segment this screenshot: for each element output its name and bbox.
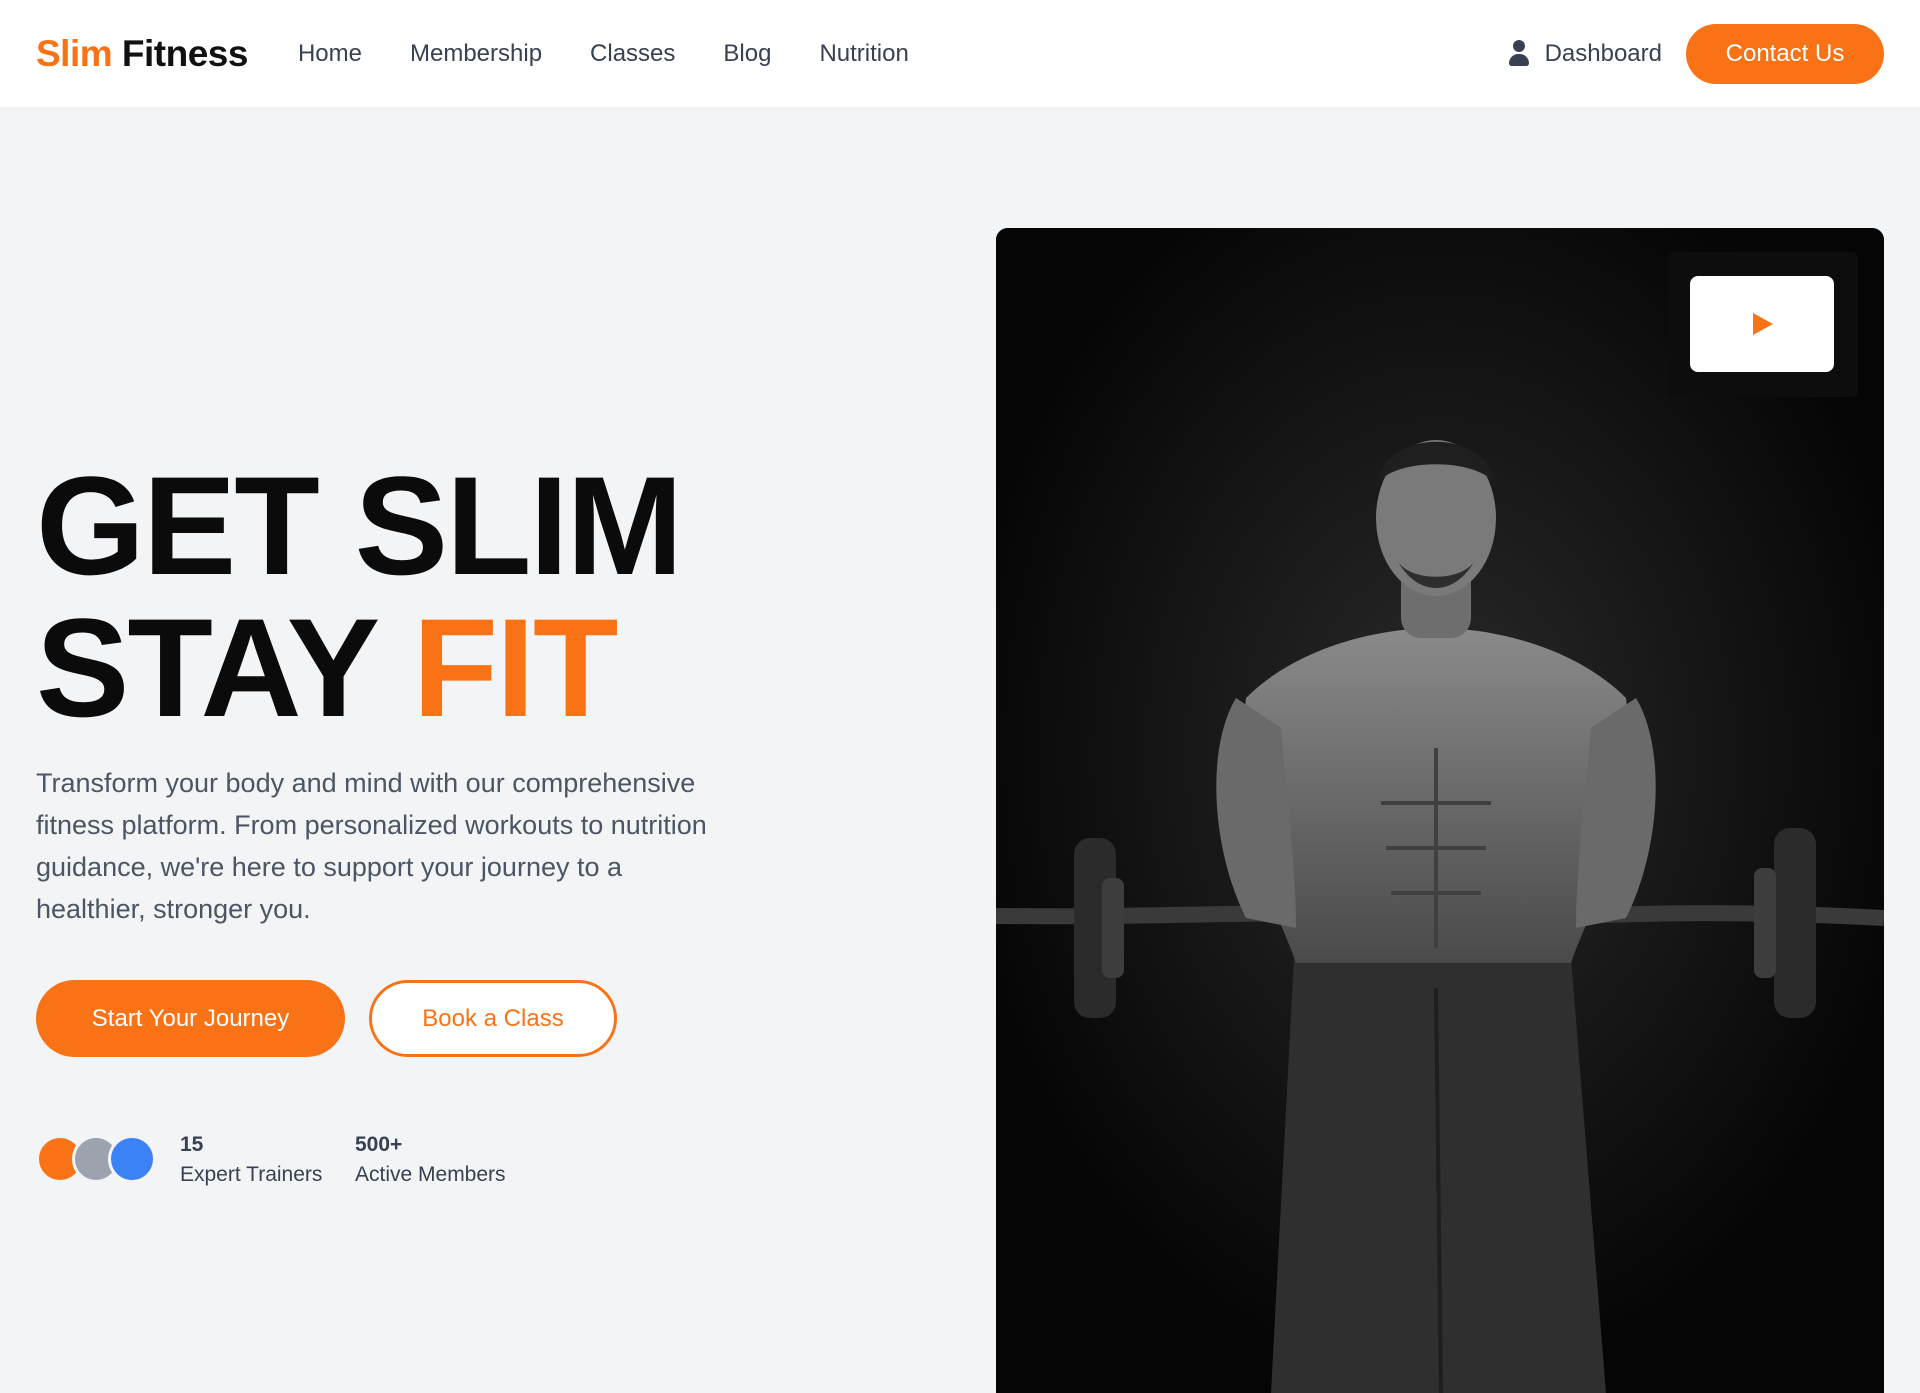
stat-trainers: 15 Expert Trainers [180, 1130, 322, 1190]
stat-label: Active Members [355, 1163, 506, 1186]
brand-name-first: Slim [36, 32, 113, 74]
start-journey-button[interactable]: Start Your Journey [36, 980, 345, 1057]
video-preview [1668, 252, 1858, 397]
dashboard-label: Dashboard [1544, 39, 1662, 67]
brand-logo[interactable]: Slim Fitness [36, 33, 248, 75]
nav-blog[interactable]: Blog [723, 40, 771, 68]
athlete-photo [996, 228, 1884, 1393]
user-icon [1507, 39, 1531, 68]
headline-line-2: STAY [36, 589, 378, 746]
dashboard-link[interactable]: Dashboard [1507, 39, 1662, 68]
stat-value: 15 [180, 1133, 204, 1156]
hero-image [996, 228, 1884, 1393]
play-icon [1753, 313, 1773, 335]
site-header: Slim Fitness Home Membership Classes Blo… [0, 0, 1920, 107]
nav-classes[interactable]: Classes [590, 40, 675, 68]
contact-us-button[interactable]: Contact Us [1686, 23, 1884, 84]
hero-description: Transform your body and mind with our co… [36, 768, 707, 924]
book-class-button[interactable]: Book a Class [369, 980, 617, 1057]
stat-label: Expert Trainers [180, 1163, 323, 1186]
headline-line-1: GET SLIM [36, 447, 683, 604]
nav-home[interactable]: Home [298, 40, 362, 68]
brand-name-second: Fitness [121, 32, 249, 74]
main-nav: Home Membership Classes Blog Nutrition [298, 40, 909, 68]
header-actions: Dashboard Contact Us [1507, 23, 1884, 84]
play-video-button[interactable] [1690, 276, 1834, 372]
stat-value: 500+ [355, 1133, 403, 1156]
trainer-avatars [36, 1135, 156, 1183]
avatar [108, 1135, 156, 1183]
hero-headline: GET SLIM STAY FIT [36, 455, 683, 739]
headline-accent: FIT [412, 589, 619, 746]
nav-membership[interactable]: Membership [410, 40, 542, 68]
stat-members: 500+ Active Members [355, 1130, 506, 1190]
nav-nutrition[interactable]: Nutrition [819, 40, 908, 68]
